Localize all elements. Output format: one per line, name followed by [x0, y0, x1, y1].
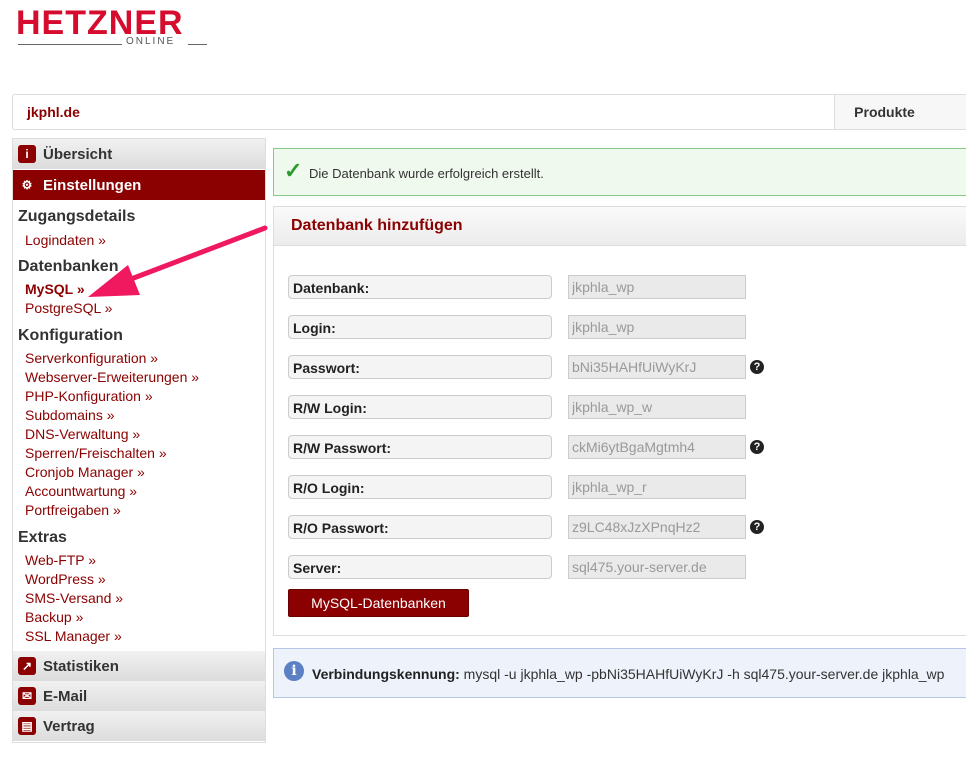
- label-rw-login: R/W Login:: [288, 395, 552, 419]
- info-icon: i: [18, 145, 36, 163]
- domain-selector[interactable]: jkphl.de: [27, 104, 80, 120]
- logo-line-right: [188, 44, 207, 45]
- sidebar-item-email[interactable]: ✉ E-Mail: [13, 681, 265, 712]
- link-postgresql[interactable]: PostgreSQL »: [25, 300, 112, 316]
- sidebar-item-label: E-Mail: [43, 688, 88, 705]
- ro-passwort-field[interactable]: [568, 515, 746, 539]
- envelope-icon: ✉: [18, 687, 36, 705]
- help-icon[interactable]: ?: [750, 360, 764, 374]
- success-alert: ✓ Die Datenbank wurde erfolgreich erstel…: [273, 148, 966, 196]
- products-tab[interactable]: Produkte: [834, 95, 966, 129]
- link-wordpress[interactable]: WordPress »: [25, 571, 106, 587]
- section-title-databases: Datenbanken: [18, 258, 119, 275]
- link-portfreigaben[interactable]: Portfreigaben »: [25, 502, 121, 518]
- sidebar-item-overview[interactable]: i Übersicht: [13, 139, 265, 170]
- help-icon[interactable]: ?: [750, 440, 764, 454]
- connection-info-box: i Verbindungskennung: mysql -u jkphla_wp…: [273, 648, 966, 698]
- sidebar-item-label: Übersicht: [43, 146, 113, 163]
- chart-icon: ↗: [18, 657, 36, 675]
- label-ro-passwort: R/O Passwort:: [288, 515, 552, 539]
- document-icon: ▤: [18, 717, 36, 735]
- link-ssl-manager[interactable]: SSL Manager »: [25, 628, 122, 644]
- link-logindaten[interactable]: Logindaten »: [25, 232, 106, 248]
- domain-bar: jkphl.de Produkte: [12, 94, 966, 130]
- panel-title: Datenbank hinzufügen: [291, 217, 463, 234]
- datenbank-field[interactable]: [568, 275, 746, 299]
- link-webserver-erweiterungen[interactable]: Webserver-Erweiterungen »: [25, 369, 199, 385]
- success-message: Die Datenbank wurde erfolgreich erstellt…: [309, 166, 544, 181]
- link-accountwartung[interactable]: Accountwartung »: [25, 483, 137, 499]
- rw-login-field[interactable]: [568, 395, 746, 419]
- sidebar: i Übersicht ⚙ Einstellungen Zugangsdetai…: [12, 138, 266, 743]
- label-server: Server:: [288, 555, 552, 579]
- connection-command: mysql -u jkphla_wp -pbNi35HAHfUiWyKrJ -h…: [463, 666, 945, 682]
- link-serverkonfiguration[interactable]: Serverkonfiguration »: [25, 350, 158, 366]
- sidebar-item-contract[interactable]: ▤ Vertrag: [13, 711, 265, 742]
- sidebar-item-label: Vertrag: [43, 718, 95, 735]
- label-login: Login:: [288, 315, 552, 339]
- help-icon[interactable]: ?: [750, 520, 764, 534]
- label-rw-passwort: R/W Passwort:: [288, 435, 552, 459]
- panel-header: Datenbank hinzufügen: [274, 207, 966, 246]
- section-title-config: Konfiguration: [18, 327, 123, 344]
- info-circle-icon: i: [284, 661, 304, 681]
- label-ro-login: R/O Login:: [288, 475, 552, 499]
- sidebar-item-statistics[interactable]: ↗ Statistiken: [13, 651, 265, 682]
- mysql-databases-button[interactable]: MySQL-Datenbanken: [288, 589, 469, 617]
- checkmark-icon: ✓: [284, 158, 303, 183]
- rw-passwort-field[interactable]: [568, 435, 746, 459]
- label-passwort: Passwort:: [288, 355, 552, 379]
- section-title-extras: Extras: [18, 529, 67, 546]
- ro-login-field[interactable]: [568, 475, 746, 499]
- logo-subtitle: ONLINE: [126, 36, 176, 47]
- sidebar-item-label: Statistiken: [43, 658, 119, 675]
- sidebar-item-settings[interactable]: ⚙ Einstellungen: [13, 170, 265, 201]
- link-php-konfiguration[interactable]: PHP-Konfiguration »: [25, 388, 153, 404]
- label-datenbank: Datenbank:: [288, 275, 552, 299]
- link-cronjob-manager[interactable]: Cronjob Manager »: [25, 464, 145, 480]
- gear-icon: ⚙: [21, 178, 33, 192]
- link-backup[interactable]: Backup »: [25, 609, 83, 625]
- connection-string: Verbindungskennung: mysql -u jkphla_wp -…: [312, 666, 944, 682]
- connection-label: Verbindungskennung:: [312, 666, 460, 682]
- section-title-access: Zugangsdetails: [18, 208, 136, 225]
- link-mysql[interactable]: MySQL »: [25, 281, 85, 297]
- server-field[interactable]: [568, 555, 746, 579]
- link-subdomains[interactable]: Subdomains »: [25, 407, 115, 423]
- link-dns-verwaltung[interactable]: DNS-Verwaltung »: [25, 426, 140, 442]
- passwort-field[interactable]: [568, 355, 746, 379]
- link-sperren-freischalten[interactable]: Sperren/Freischalten »: [25, 445, 167, 461]
- sidebar-item-label: Einstellungen: [43, 177, 142, 194]
- logo-line-left: [18, 44, 122, 45]
- link-web-ftp[interactable]: Web-FTP »: [25, 552, 96, 568]
- link-sms-versand[interactable]: SMS-Versand »: [25, 590, 123, 606]
- login-field[interactable]: [568, 315, 746, 339]
